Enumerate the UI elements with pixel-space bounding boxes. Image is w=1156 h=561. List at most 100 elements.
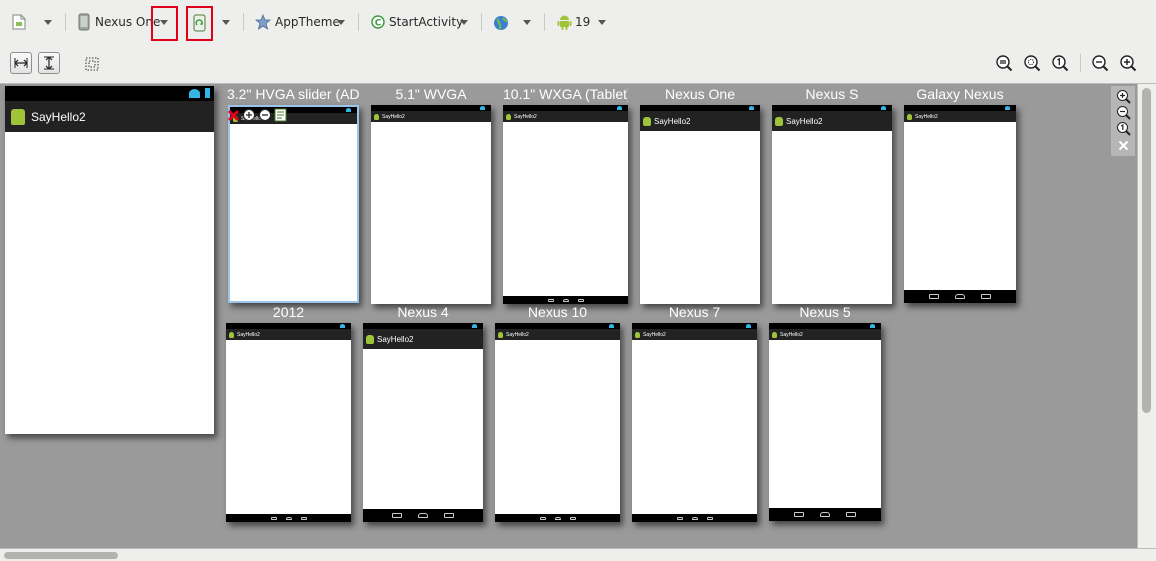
wifi-icon	[609, 324, 614, 328]
main-device-preview[interactable]: SayHello2	[5, 86, 214, 434]
palette-zoom-100-button[interactable]	[1115, 120, 1131, 136]
vertical-scrollbar[interactable]	[1137, 84, 1156, 548]
api-level-selector[interactable]: 19	[557, 11, 590, 33]
back-nav-icon	[539, 516, 546, 520]
vertical-scroll-thumb[interactable]	[1142, 88, 1151, 413]
zoom-fit-button[interactable]	[995, 54, 1013, 72]
close-preview-icon[interactable]	[227, 109, 240, 122]
layout-file-dropdown-arrow[interactable]	[44, 20, 52, 25]
locale-selector[interactable]	[493, 12, 509, 34]
wifi-icon	[340, 324, 345, 328]
device-label: 2012	[272, 304, 305, 320]
layout-canvas[interactable]: SayHello2 3.2" HVGA slider (ADP1) SayHell…	[0, 84, 1156, 561]
app-title: SayHello2	[31, 109, 86, 124]
wifi-icon	[870, 324, 875, 328]
toolbar-separator	[358, 13, 359, 31]
toggle-width-button[interactable]	[10, 52, 32, 74]
back-nav-icon	[676, 516, 683, 520]
horizontal-scroll-thumb[interactable]	[4, 552, 118, 559]
device-dropdown-arrow[interactable]	[160, 20, 168, 25]
recents-nav-icon	[300, 516, 307, 520]
zoom-out-preview-icon[interactable]	[258, 108, 272, 122]
activity-label: StartActivity	[389, 15, 464, 29]
wifi-icon	[746, 324, 751, 328]
back-nav-icon	[547, 298, 554, 302]
toolbar-separator	[65, 13, 66, 31]
device-preview[interactable]: SayHello2	[640, 105, 760, 304]
navigation-bar	[904, 290, 1016, 303]
palette-zoom-in-icon	[1116, 89, 1131, 104]
wifi-icon	[881, 106, 886, 110]
zoom-100-button[interactable]	[1051, 54, 1069, 72]
action-bar: SayHello2	[495, 329, 620, 340]
palette-zoom-out-button[interactable]	[1115, 104, 1131, 120]
layout-file-icon	[12, 14, 26, 30]
zoom-in-preview-icon[interactable]	[242, 108, 256, 122]
layout-file-button[interactable]	[12, 11, 32, 33]
zoom-palette	[1111, 86, 1135, 156]
horizontal-scrollbar[interactable]	[0, 548, 1156, 561]
device-preview[interactable]: SayHello2	[769, 323, 881, 521]
activity-dropdown-arrow[interactable]	[460, 20, 468, 25]
toolbar-separator	[1080, 54, 1081, 72]
api-level-dropdown-arrow[interactable]	[598, 20, 606, 25]
action-bar: SayHello2	[632, 329, 757, 340]
locale-dropdown-arrow[interactable]	[523, 20, 531, 25]
device-preview[interactable]: SayHello2	[772, 105, 892, 304]
recents-nav-icon	[569, 516, 576, 520]
toggle-height-button[interactable]	[38, 52, 60, 74]
device-preview[interactable]: SayHello2	[503, 105, 628, 304]
toolbar-separator	[544, 13, 545, 31]
app-title: SayHello2	[514, 113, 537, 120]
back-nav-icon	[929, 294, 939, 299]
device-selector[interactable]: Nexus One	[78, 11, 160, 33]
app-icon	[635, 331, 640, 338]
app-icon	[643, 116, 651, 126]
device-label: 10.1" WXGA (Tablet)	[503, 86, 628, 102]
svg-text:C: C	[375, 19, 382, 29]
orientation-dropdown-arrow[interactable]	[222, 20, 230, 25]
device-preview[interactable]: SayHello2	[363, 323, 483, 522]
palette-close-button[interactable]	[1115, 137, 1131, 153]
clip-dotted-square-icon	[85, 57, 99, 71]
zoom-in-icon	[1120, 55, 1137, 72]
zoom-in-button[interactable]	[1119, 54, 1137, 72]
app-icon	[498, 331, 503, 338]
app-title: SayHello2	[786, 116, 823, 126]
activity-selector[interactable]: C StartActivity	[371, 11, 463, 33]
app-icon	[374, 113, 379, 120]
canvas-toolbar	[0, 44, 1156, 84]
zoom-out-button[interactable]	[1091, 54, 1109, 72]
device-preview[interactable]: SayHello2	[371, 105, 491, 304]
app-title: SayHello2	[643, 331, 666, 338]
device-label: Nexus 5	[799, 304, 851, 320]
wifi-icon	[617, 106, 622, 110]
wifi-icon	[346, 108, 351, 112]
device-label: Nexus S	[805, 86, 859, 102]
back-nav-icon	[794, 512, 804, 517]
palette-zoom-in-button[interactable]	[1115, 88, 1131, 104]
orientation-button[interactable]	[193, 12, 207, 34]
toolbar-separator	[481, 13, 482, 31]
navigation-bar	[503, 296, 628, 304]
recents-nav-icon	[444, 513, 454, 518]
theme-dropdown-arrow[interactable]	[337, 20, 345, 25]
device-preview[interactable]: SayHello2	[904, 105, 1016, 303]
device-preview[interactable]: SayHello2	[632, 323, 757, 522]
zoom-real-size-button[interactable]	[1023, 54, 1041, 72]
edit-configuration-icon[interactable]	[274, 108, 287, 122]
device-label: Nexus 7	[668, 304, 721, 320]
clip-toggle-button[interactable]	[85, 53, 101, 75]
app-icon	[506, 113, 511, 120]
theme-selector[interactable]: AppTheme	[255, 11, 340, 33]
device-preview[interactable]: SayHello2	[226, 323, 351, 522]
device-label: 3.2" HVGA slider (ADP1)	[227, 86, 360, 102]
home-nav-icon	[285, 516, 292, 520]
home-nav-icon	[820, 512, 830, 517]
device-preview[interactable]: SayHello2	[495, 323, 620, 522]
device-preview[interactable]: SayHello2	[228, 105, 359, 303]
device-label: Galaxy Nexus	[916, 86, 1004, 102]
app-icon	[772, 331, 777, 338]
action-bar: SayHello2	[640, 111, 760, 131]
action-bar: SayHello2	[226, 329, 351, 340]
